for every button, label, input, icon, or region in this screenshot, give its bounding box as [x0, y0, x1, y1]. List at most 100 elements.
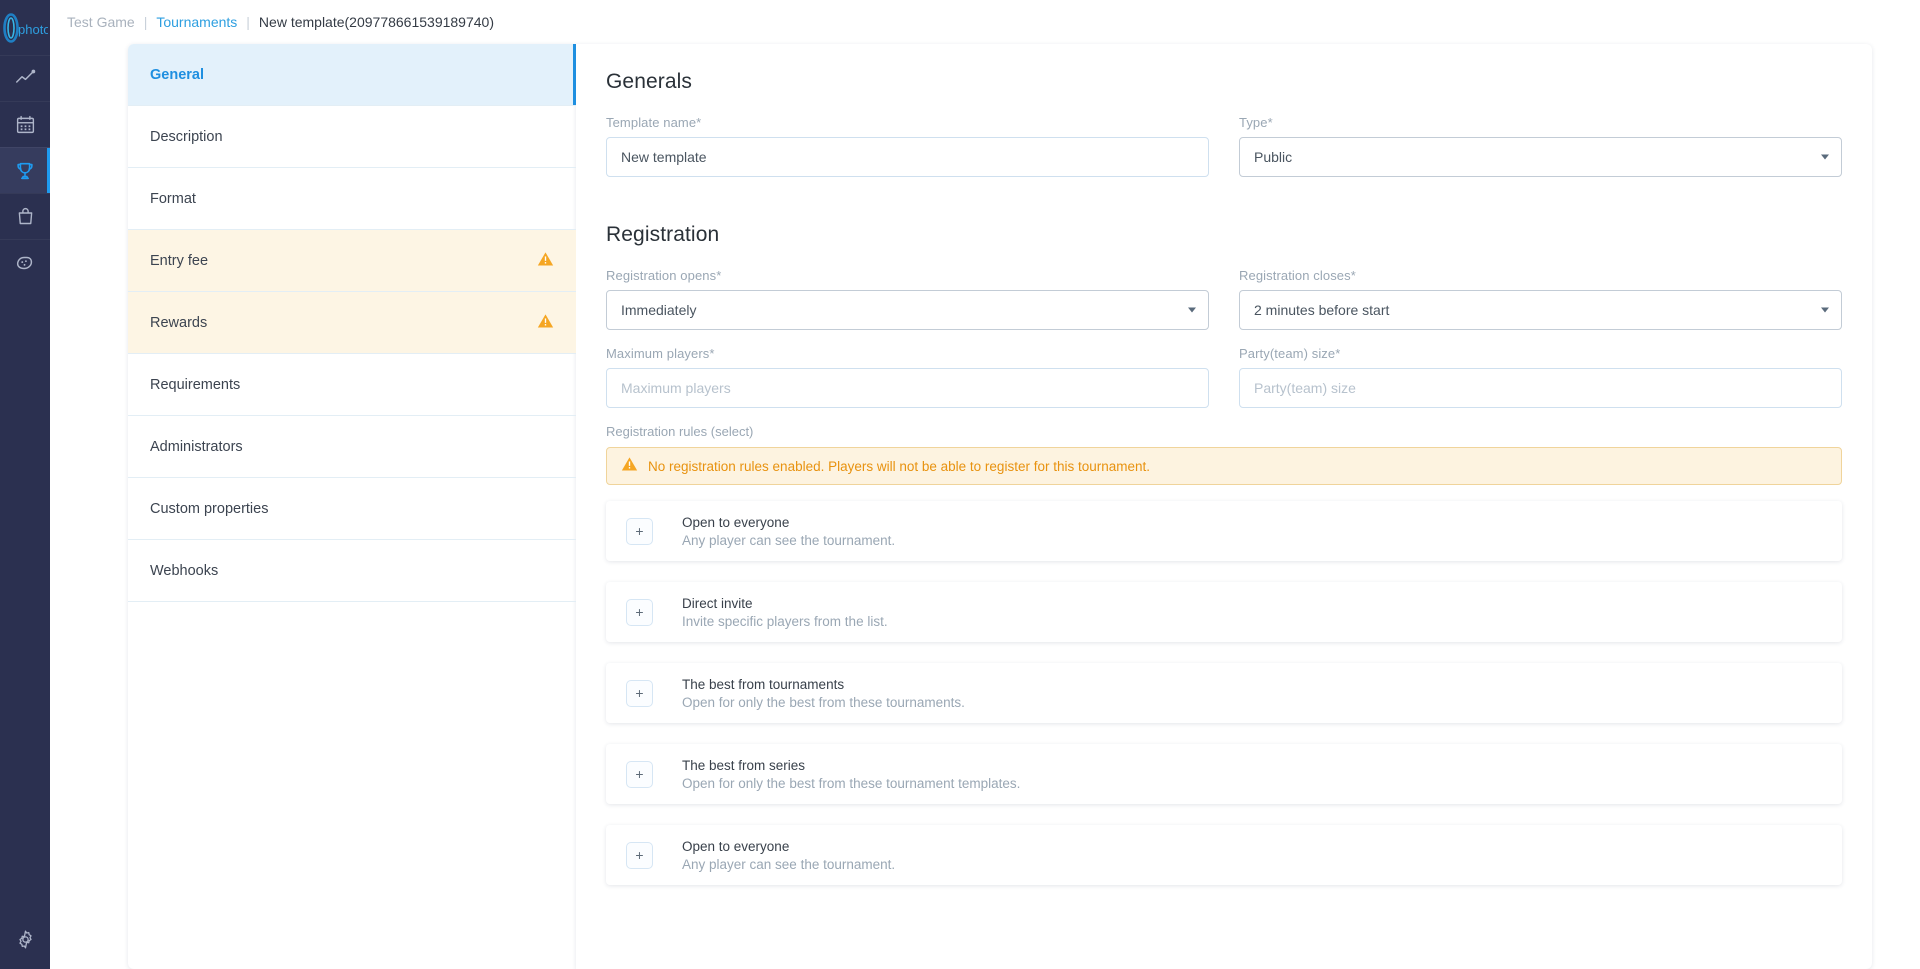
rail-item-tournaments[interactable] — [0, 147, 50, 193]
rail-item-list — [0, 55, 50, 285]
type-value: Public — [1254, 149, 1292, 165]
add-rule-button[interactable]: + — [626, 680, 653, 707]
rule-description: Invite specific players from the list. — [682, 614, 888, 629]
add-rule-button[interactable]: + — [626, 842, 653, 869]
field-party-size: Party(team) size* Party(team) size — [1239, 346, 1842, 408]
alert-message: No registration rules enabled. Players w… — [648, 459, 1150, 474]
section-nav-item-rewards[interactable]: Rewards — [128, 292, 576, 354]
field-label: Registration opens* — [606, 268, 1209, 283]
primary-nav-rail: photon — [0, 0, 50, 969]
section-nav-item-format[interactable]: Format — [128, 168, 576, 230]
field-label: Registration closes* — [1239, 268, 1842, 283]
template-section-nav: General Description Format Entry fee — [128, 44, 576, 969]
add-rule-button[interactable]: + — [626, 761, 653, 788]
section-nav-item-custom-properties[interactable]: Custom properties — [128, 478, 576, 540]
rule-description: Any player can see the tournament. — [682, 857, 895, 872]
content-body: General Description Format Entry fee — [50, 44, 1920, 969]
section-nav-item-description[interactable]: Description — [128, 106, 576, 168]
field-label: Type* — [1239, 115, 1842, 130]
rule-text: Direct invite Invite specific players fr… — [682, 596, 888, 629]
rail-item-settings[interactable] — [0, 909, 50, 969]
rule-title: Open to everyone — [682, 839, 895, 854]
rule-card-best-from-series[interactable]: + The best from series Open for only the… — [606, 744, 1842, 804]
section-nav-label: Rewards — [150, 315, 537, 331]
field-registration-opens: Registration opens* Immediately — [606, 268, 1209, 330]
gamepad-icon — [14, 252, 36, 274]
field-registration-closes: Registration closes* 2 minutes before st… — [1239, 268, 1842, 330]
rule-text: Open to everyone Any player can see the … — [682, 515, 895, 548]
section-nav-item-requirements[interactable]: Requirements — [128, 354, 576, 416]
rail-item-calendar[interactable] — [0, 101, 50, 147]
registration-closes-value: 2 minutes before start — [1254, 302, 1389, 318]
rail-item-store[interactable] — [0, 193, 50, 239]
add-rule-button[interactable]: + — [626, 518, 653, 545]
rule-title: The best from tournaments — [682, 677, 965, 692]
photon-logo[interactable]: photon — [0, 0, 50, 55]
registration-heading: Registration — [606, 223, 1842, 247]
rule-title: Direct invite — [682, 596, 888, 611]
add-rule-button[interactable]: + — [626, 599, 653, 626]
section-nav-label: Format — [150, 191, 554, 207]
line-chart-icon — [15, 68, 36, 89]
rail-spacer — [0, 285, 50, 909]
section-nav-label: Administrators — [150, 439, 554, 455]
registration-opens-value: Immediately — [621, 302, 696, 318]
registration-opens-select[interactable]: Immediately — [606, 290, 1209, 330]
gear-icon — [15, 929, 36, 950]
template-form: Generals Template name* New template Typ… — [576, 44, 1872, 969]
shopping-bag-icon — [15, 206, 36, 227]
type-select[interactable]: Public — [1239, 137, 1842, 177]
section-nav-label: Webhooks — [150, 563, 554, 579]
field-label: Maximum players* — [606, 346, 1209, 361]
field-template-name: Template name* New template — [606, 115, 1209, 177]
rule-card-direct-invite[interactable]: + Direct invite Invite specific players … — [606, 582, 1842, 642]
trophy-icon — [14, 160, 36, 182]
section-nav-label: General — [150, 67, 554, 83]
field-label: Party(team) size* — [1239, 346, 1842, 361]
breadcrumb-game[interactable]: Test Game — [67, 14, 135, 30]
registration-rules-label: Registration rules (select) — [606, 424, 1842, 439]
svg-text:photon: photon — [18, 22, 48, 37]
rule-card-open-to-everyone[interactable]: + Open to everyone Any player can see th… — [606, 501, 1842, 561]
chevron-down-icon — [1821, 308, 1829, 313]
maximum-players-input[interactable]: Maximum players — [606, 368, 1209, 408]
field-type: Type* Public — [1239, 115, 1842, 177]
rule-text: Open to everyone Any player can see the … — [682, 839, 895, 872]
calendar-icon — [15, 114, 36, 135]
rule-card-best-from-tournaments[interactable]: + The best from tournaments Open for onl… — [606, 663, 1842, 723]
chevron-down-icon — [1821, 155, 1829, 160]
chevron-down-icon — [1188, 308, 1196, 313]
rule-description: Open for only the best from these tourna… — [682, 776, 1020, 791]
section-nav-label: Requirements — [150, 377, 554, 393]
maximum-players-placeholder: Maximum players — [621, 380, 731, 396]
section-nav-item-general[interactable]: General — [128, 44, 576, 106]
rule-card-open-to-everyone-2[interactable]: + Open to everyone Any player can see th… — [606, 825, 1842, 885]
generals-heading: Generals — [606, 70, 1842, 94]
page: Test Game | Tournaments | New template(2… — [50, 0, 1920, 969]
section-nav-label: Custom properties — [150, 501, 554, 517]
section-nav-item-webhooks[interactable]: Webhooks — [128, 540, 576, 602]
section-nav-item-administrators[interactable]: Administrators — [128, 416, 576, 478]
section-nav-label: Description — [150, 129, 554, 145]
rule-description: Open for only the best from these tourna… — [682, 695, 965, 710]
breadcrumb-tournaments[interactable]: Tournaments — [156, 14, 237, 30]
breadcrumb-current: New template(209778661539189740) — [259, 14, 494, 30]
party-size-placeholder: Party(team) size — [1254, 380, 1356, 396]
rule-text: The best from tournaments Open for only … — [682, 677, 965, 710]
rule-title: Open to everyone — [682, 515, 895, 530]
rail-item-games[interactable] — [0, 239, 50, 285]
field-label: Template name* — [606, 115, 1209, 130]
breadcrumb-separator-1: | — [144, 14, 148, 30]
warning-triangle-icon — [621, 456, 638, 477]
app-root: photon — [0, 0, 1920, 969]
rule-text: The best from series Open for only the b… — [682, 758, 1020, 791]
registration-closes-select[interactable]: 2 minutes before start — [1239, 290, 1842, 330]
section-nav-label: Entry fee — [150, 253, 537, 269]
warning-triangle-icon — [537, 313, 554, 333]
section-nav-item-entry-fee[interactable]: Entry fee — [128, 230, 576, 292]
breadcrumb-separator-2: | — [246, 14, 250, 30]
rule-description: Any player can see the tournament. — [682, 533, 895, 548]
party-size-input[interactable]: Party(team) size — [1239, 368, 1842, 408]
template-name-input[interactable]: New template — [606, 137, 1209, 177]
rail-item-analytics[interactable] — [0, 55, 50, 101]
